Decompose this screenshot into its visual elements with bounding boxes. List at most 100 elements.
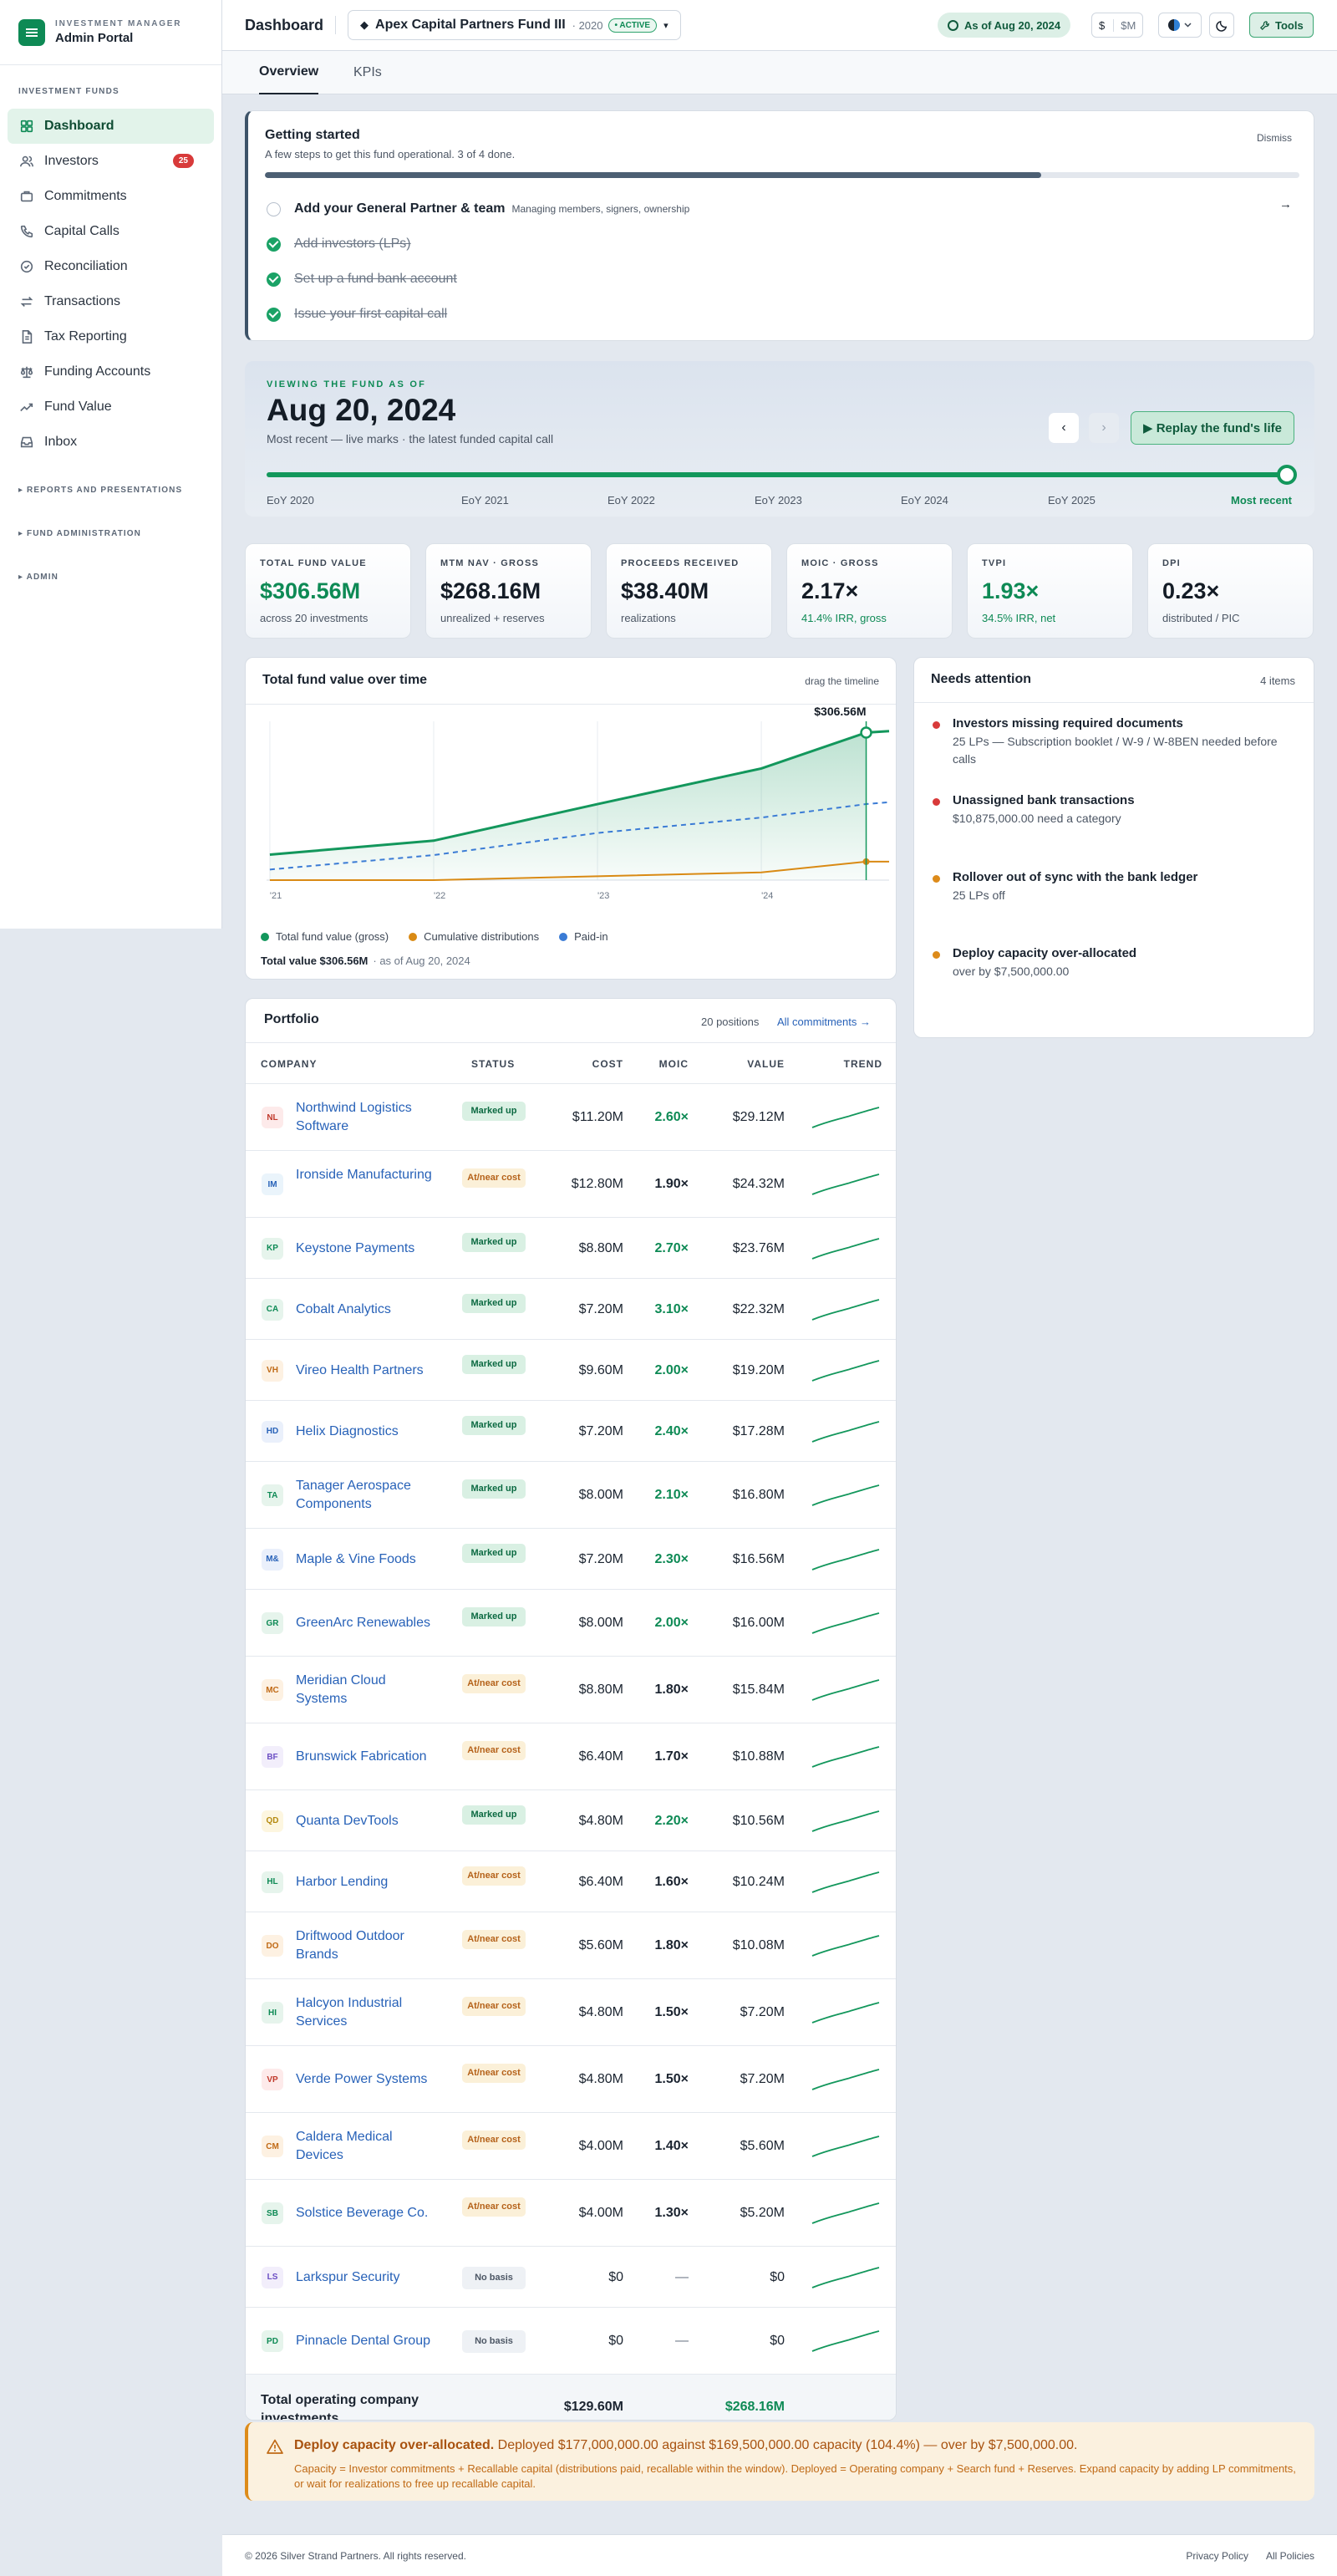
company-name-link[interactable]: Helix Diagnostics bbox=[296, 1423, 438, 1441]
dark-mode-button[interactable] bbox=[1209, 13, 1234, 38]
brand[interactable]: INVESTMENT MANAGER Admin Portal bbox=[0, 0, 221, 65]
company-name-link[interactable]: Cobalt Analytics bbox=[296, 1301, 438, 1319]
sidebar-item-commitments[interactable]: Commitments bbox=[8, 179, 214, 214]
company-name-link[interactable]: Keystone Payments bbox=[296, 1240, 438, 1258]
timeline-label[interactable]: EoY 2022 bbox=[607, 494, 655, 507]
company-name-link[interactable]: Pinnacle Dental Group bbox=[296, 2332, 438, 2350]
company-name-link[interactable]: Caldera Medical Devices bbox=[296, 2128, 438, 2165]
col-value[interactable]: VALUE bbox=[747, 1058, 785, 1070]
table-row[interactable]: NL Northwind Logistics Software Marked up $… bbox=[246, 1084, 896, 1151]
attention-item[interactable]: Rollover out of sync with the bank ledge… bbox=[931, 870, 1299, 904]
kpi-card-dpi[interactable]: DPI 0.23× distributed / PIC bbox=[1147, 543, 1314, 639]
sidebar-item-investors[interactable]: Investors 25 bbox=[8, 144, 214, 179]
unit-dollars[interactable]: $ bbox=[1099, 19, 1105, 32]
table-row[interactable]: LS Larkspur Security No basis $0 — $0 bbox=[246, 2247, 896, 2308]
as-of-pill[interactable]: As of Aug 20, 2024 bbox=[938, 13, 1071, 38]
company-name-link[interactable]: Driftwood Outdoor Brands bbox=[296, 1927, 438, 1964]
table-row[interactable]: TA Tanager Aerospace Components Marked up $… bbox=[246, 1462, 896, 1529]
company-name-link[interactable]: Solstice Beverage Co. bbox=[296, 2204, 438, 2222]
col-trend[interactable]: TREND bbox=[844, 1058, 882, 1070]
timeline-label[interactable]: EoY 2020 bbox=[267, 494, 314, 507]
table-row[interactable]: GR GreenArc Renewables Marked up $8.00M 2.00… bbox=[246, 1590, 896, 1657]
sidebar-group-2[interactable]: ▸ ADMIN bbox=[0, 555, 221, 598]
tab-kpis[interactable]: KPIs bbox=[353, 51, 382, 94]
table-row[interactable]: SB Solstice Beverage Co. At/near cost $4.00… bbox=[246, 2180, 896, 2247]
kpi-card-mtm-nav-gross[interactable]: MTM NAV · GROSS $268.16M unrealized + rese… bbox=[425, 543, 592, 639]
unit-millions[interactable]: $M bbox=[1113, 18, 1136, 32]
table-row[interactable]: HL Harbor Lending At/near cost $6.40M 1.60× $… bbox=[246, 1851, 896, 1912]
table-row[interactable]: KP Keystone Payments Marked up $8.80M 2.70× $… bbox=[246, 1218, 896, 1279]
company-name-link[interactable]: Tanager Aerospace Components bbox=[296, 1477, 438, 1514]
table-row[interactable]: HD Helix Diagnostics Marked up $7.20M 2.40× $… bbox=[246, 1401, 896, 1462]
sidebar-item-capital-calls[interactable]: Capital Calls bbox=[8, 214, 214, 249]
timeline-prev-button[interactable]: ‹ bbox=[1049, 413, 1079, 443]
sidebar-item-fund-value[interactable]: Fund Value bbox=[8, 389, 214, 425]
table-row[interactable]: BF Brunswick Fabrication At/near cost $6.40… bbox=[246, 1723, 896, 1790]
sidebar-item-inbox[interactable]: Inbox bbox=[8, 425, 214, 460]
fund-value-chart[interactable]: '21 '22 '23 '24 $306.56M bbox=[246, 705, 897, 924]
company-name-link[interactable]: Northwind Logistics Software bbox=[296, 1099, 438, 1136]
col-company[interactable]: COMPANY bbox=[261, 1058, 317, 1070]
fund-switcher[interactable]: ◆ Apex Capital Partners Fund III · 2020 … bbox=[348, 10, 681, 40]
attention-item[interactable]: Unassigned bank transactions $10,875,000.… bbox=[931, 793, 1299, 827]
kpi-card-moic-gross[interactable]: MOIC · GROSS 2.17× 41.4% IRR, gross bbox=[786, 543, 953, 639]
company-name-link[interactable]: Verde Power Systems bbox=[296, 2070, 438, 2089]
company-name-link[interactable]: Harbor Lending bbox=[296, 1873, 438, 1891]
table-row[interactable]: MC Meridian Cloud Systems At/near cost $8.8… bbox=[246, 1657, 896, 1723]
all-commitments-link[interactable]: All commitments → bbox=[777, 1016, 871, 1028]
sidebar-group-0[interactable]: ▸ REPORTS AND PRESENTATIONS bbox=[0, 468, 221, 512]
company-name-link[interactable]: Meridian Cloud Systems bbox=[296, 1672, 438, 1708]
col-moic[interactable]: MOIC bbox=[659, 1058, 689, 1070]
company-name-link[interactable]: Halcyon Industrial Services bbox=[296, 1994, 438, 2031]
table-row[interactable]: CA Cobalt Analytics Marked up $7.20M 3.10× $2… bbox=[246, 1279, 896, 1340]
legend-item[interactable]: Paid-in bbox=[559, 930, 608, 943]
table-row[interactable]: PD Pinnacle Dental Group No basis $0 — $0 bbox=[246, 2308, 896, 2375]
timeline-label[interactable]: EoY 2024 bbox=[901, 494, 948, 507]
sidebar-item-transactions[interactable]: Transactions bbox=[8, 284, 214, 319]
tab-overview[interactable]: Overview bbox=[259, 51, 319, 94]
palette-button[interactable] bbox=[1158, 13, 1202, 38]
table-row[interactable]: VP Verde Power Systems At/near cost $4.80M 1… bbox=[246, 2046, 896, 2113]
as-of-marker-dot[interactable] bbox=[860, 726, 872, 739]
col-cost[interactable]: COST bbox=[592, 1058, 623, 1070]
kpi-card-tvpi[interactable]: TVPI 1.93× 34.5% IRR, net bbox=[967, 543, 1133, 639]
sidebar-item-reconciliation[interactable]: Reconciliation bbox=[8, 249, 214, 284]
timeline-track[interactable] bbox=[267, 472, 1296, 477]
kpi-card-proceeds-received[interactable]: PROCEEDS RECEIVED $38.40M realizations bbox=[606, 543, 772, 639]
company-name-link[interactable]: Ironside Manufacturing bbox=[296, 1166, 438, 1184]
replay-button[interactable]: ▶ Replay the fund's life bbox=[1131, 411, 1294, 445]
privacy-policy-link[interactable]: Privacy Policy bbox=[1186, 2550, 1248, 2562]
company-name-link[interactable]: Vireo Health Partners bbox=[296, 1362, 438, 1380]
setup-step-2[interactable]: Add investors (LPs) bbox=[267, 234, 411, 254]
table-row[interactable]: M& Maple & Vine Foods Marked up $7.20M 2.30×… bbox=[246, 1529, 896, 1590]
company-name-link[interactable]: Brunswick Fabrication bbox=[296, 1748, 438, 1766]
company-name-link[interactable]: GreenArc Renewables bbox=[296, 1614, 438, 1632]
attention-item[interactable]: Investors missing required documents 25 L… bbox=[931, 716, 1299, 768]
timeline-label[interactable]: Most recent bbox=[1231, 494, 1292, 507]
tools-button[interactable]: Tools bbox=[1249, 13, 1314, 38]
timeline-label[interactable]: EoY 2021 bbox=[461, 494, 509, 507]
sidebar-group-1[interactable]: ▸ FUND ADMINISTRATION bbox=[0, 512, 221, 555]
timeline-label[interactable]: EoY 2025 bbox=[1048, 494, 1096, 507]
table-row[interactable]: QD Quanta DevTools Marked up $4.80M 2.20× $10… bbox=[246, 1790, 896, 1851]
col-status[interactable]: STATUS bbox=[471, 1058, 515, 1070]
arrow-right-icon[interactable]: → bbox=[1279, 197, 1292, 211]
table-row[interactable]: HI Halcyon Industrial Services At/near cos… bbox=[246, 1979, 896, 2046]
company-name-link[interactable]: Quanta DevTools bbox=[296, 1812, 438, 1830]
setup-step-1[interactable]: Add your General Partner & team Managing … bbox=[267, 199, 689, 219]
table-row[interactable]: CM Caldera Medical Devices At/near cost $4.… bbox=[246, 2113, 896, 2180]
setup-step-3[interactable]: Set up a fund bank account bbox=[267, 269, 457, 289]
attention-item[interactable]: Deploy capacity over-allocated over by $7… bbox=[931, 946, 1299, 980]
timeline-handle[interactable] bbox=[1277, 465, 1297, 485]
dismiss-button[interactable]: Dismiss bbox=[1257, 132, 1292, 144]
timeline-label[interactable]: EoY 2023 bbox=[755, 494, 802, 507]
company-name-link[interactable]: Maple & Vine Foods bbox=[296, 1550, 438, 1569]
table-row[interactable]: VH Vireo Health Partners Marked up $9.60M 2.… bbox=[246, 1340, 896, 1401]
unit-toggle[interactable]: $ $M bbox=[1091, 13, 1144, 38]
table-row[interactable]: IM Ironside Manufacturing At/near cost $12.… bbox=[246, 1151, 896, 1218]
all-policies-link[interactable]: All Policies bbox=[1266, 2550, 1314, 2562]
legend-item[interactable]: Total fund value (gross) bbox=[261, 930, 389, 943]
timeline-next-button[interactable]: › bbox=[1089, 413, 1119, 443]
sidebar-item-tax-reporting[interactable]: Tax Reporting bbox=[8, 319, 214, 354]
sidebar-item-funding-accounts[interactable]: Funding Accounts bbox=[8, 354, 214, 389]
